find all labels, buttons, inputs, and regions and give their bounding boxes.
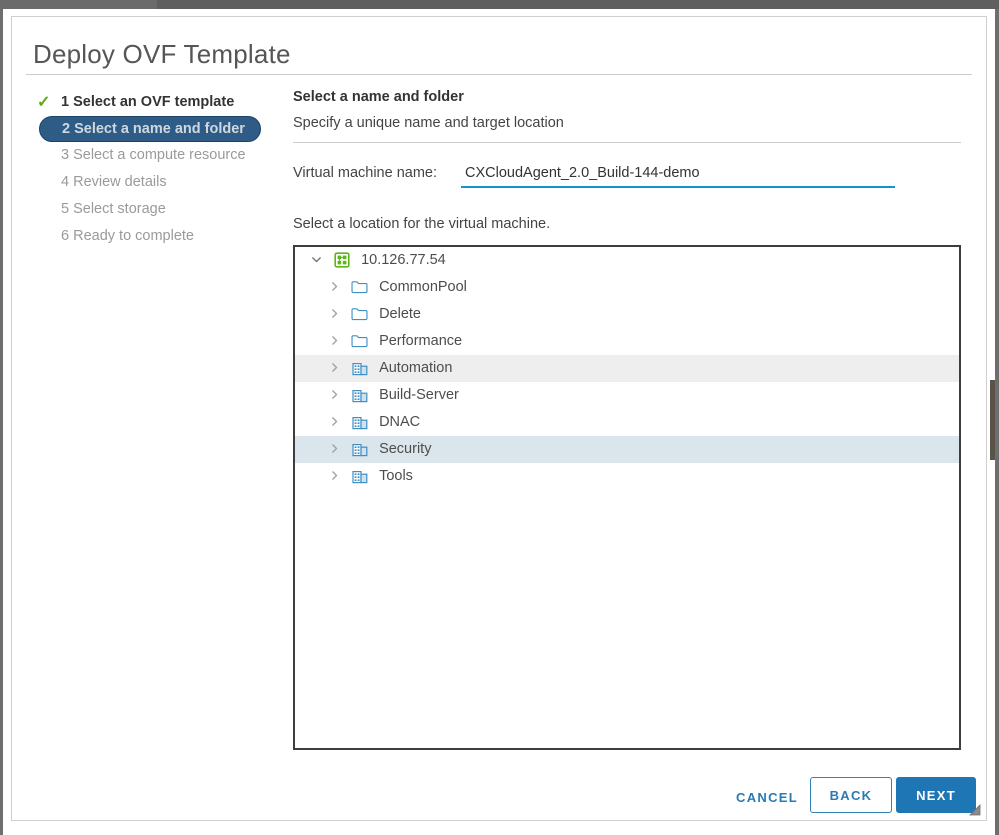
- tree-row[interactable]: Tools: [295, 463, 959, 490]
- chevron-right-icon[interactable]: [323, 382, 345, 409]
- wizard-step-list: ✓ 1 Select an OVF template 2 Select a na…: [34, 89, 286, 250]
- chevron-right-icon[interactable]: [323, 463, 345, 490]
- window-chrome-topbar: [0, 0, 999, 9]
- tree-row-label: 10.126.77.54: [361, 252, 446, 268]
- tree-row-label: Automation: [379, 360, 453, 376]
- wizard-step-3[interactable]: 3 Select a compute resource: [34, 142, 286, 169]
- folder-icon: [349, 328, 370, 355]
- tree-row[interactable]: Automation: [295, 355, 959, 382]
- tree-row[interactable]: Security: [295, 436, 959, 463]
- datacenter-icon: [349, 382, 370, 409]
- datacenter-icon: [349, 463, 370, 490]
- tree-row-label: Security: [379, 441, 432, 457]
- tree-row-label: Tools: [379, 468, 413, 484]
- tree-row-label: DNAC: [379, 414, 421, 430]
- wizard-step-5[interactable]: 5 Select storage: [34, 196, 286, 223]
- tree-row[interactable]: Performance: [295, 328, 959, 355]
- pane-divider: [293, 142, 961, 143]
- folder-icon: [349, 274, 370, 301]
- tree-row[interactable]: Build-Server: [295, 382, 959, 409]
- window-chrome-right-edge: [995, 9, 999, 835]
- chevron-right-icon[interactable]: [323, 328, 345, 355]
- vm-name-label: Virtual machine name:: [293, 165, 438, 181]
- deploy-ovf-dialog: Deploy OVF Template ✓ 1 Select an OVF te…: [11, 16, 987, 821]
- wizard-step-6[interactable]: 6 Ready to complete: [34, 223, 286, 250]
- next-button[interactable]: NEXT: [896, 777, 976, 813]
- pane-title: Select a name and folder: [293, 89, 464, 105]
- back-button[interactable]: BACK: [810, 777, 892, 813]
- wizard-step-1-label: 1 Select an OVF template: [61, 94, 235, 110]
- datacenter-icon: [349, 355, 370, 382]
- tree-row-label: Performance: [379, 333, 463, 349]
- chevron-right-icon[interactable]: [323, 301, 345, 328]
- vcenter-icon: [331, 247, 352, 274]
- check-icon: ✓: [37, 94, 51, 111]
- window-chrome-seam: [0, 0, 157, 9]
- datacenter-icon: [349, 409, 370, 436]
- tree-row-label: Delete: [379, 306, 421, 322]
- tree-row-label: Build-Server: [379, 387, 459, 403]
- wizard-step-6-label: 6 Ready to complete: [61, 228, 194, 244]
- wizard-step-3-label: 3 Select a compute resource: [61, 147, 246, 163]
- tree-row[interactable]: Delete: [295, 301, 959, 328]
- wizard-step-4-label: 4 Review details: [61, 174, 167, 190]
- wizard-step-4[interactable]: 4 Review details: [34, 169, 286, 196]
- page-scrollbar-thumb[interactable]: [990, 380, 995, 460]
- tree-row[interactable]: 10.126.77.54: [295, 247, 959, 274]
- wizard-step-2[interactable]: 2 Select a name and folder: [39, 116, 261, 142]
- chevron-right-icon[interactable]: [323, 409, 345, 436]
- page-title: Deploy OVF Template: [33, 39, 291, 69]
- folder-icon: [349, 301, 370, 328]
- chevron-down-icon[interactable]: [305, 247, 327, 274]
- datacenter-icon: [349, 436, 370, 463]
- tree-row[interactable]: DNAC: [295, 409, 959, 436]
- vm-name-row: Virtual machine name:: [293, 162, 961, 192]
- chevron-right-icon[interactable]: [323, 274, 345, 301]
- wizard-step-5-label: 5 Select storage: [61, 201, 166, 217]
- wizard-step-1[interactable]: ✓ 1 Select an OVF template: [34, 89, 286, 116]
- cancel-button[interactable]: CANCEL: [728, 781, 806, 814]
- inventory-tree[interactable]: 10.126.77.54 CommonPool Delete Performan…: [293, 245, 961, 750]
- tree-row[interactable]: CommonPool: [295, 274, 959, 301]
- dialog-footer: CANCEL BACK NEXT: [12, 770, 988, 822]
- chevron-right-icon[interactable]: [323, 436, 345, 463]
- screen: Deploy OVF Template ✓ 1 Select an OVF te…: [0, 0, 999, 835]
- window-chrome-left-edge: [0, 9, 3, 835]
- tree-row-label: CommonPool: [379, 279, 467, 295]
- location-label: Select a location for the virtual machin…: [293, 216, 551, 232]
- pane-subtitle: Specify a unique name and target locatio…: [293, 115, 564, 131]
- chevron-right-icon[interactable]: [323, 355, 345, 382]
- resize-grip-icon[interactable]: [967, 802, 981, 816]
- wizard-content-pane: Select a name and folder Specify a uniqu…: [293, 89, 961, 232]
- wizard-step-2-label: 2 Select a name and folder: [62, 121, 245, 137]
- title-divider: [26, 74, 972, 75]
- vm-name-input[interactable]: [461, 162, 895, 188]
